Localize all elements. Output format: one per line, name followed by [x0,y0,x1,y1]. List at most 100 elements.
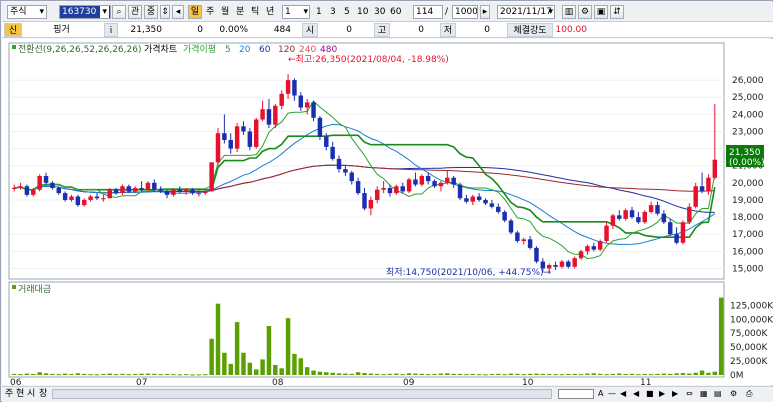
volume-bar [247,362,253,375]
toolbar: 주식 ▾ 163730 ▾ ⌕ 관 중 ⇕ ◂ 일 주 월 분 틱 년 1 ▾ 1 3… [2,2,773,22]
total-count-value: 1000 [455,7,478,17]
volume-bar [145,373,151,375]
candle-body [375,189,380,200]
view-count-stepper[interactable]: 114 [413,5,443,19]
interval-10[interactable]: 10 [357,5,368,19]
volume-bar [375,373,380,375]
compare-icon[interactable]: ⇵ [610,5,624,19]
stock-code-input[interactable]: 163730 ▾ [59,5,111,19]
volume-bar [215,303,221,375]
volume-bar [572,373,577,375]
minus-icon[interactable]: — [608,387,616,401]
legend-ma-label: 가격이평 [183,43,216,55]
tab-current[interactable]: 현 [16,387,24,401]
candle-body [253,119,259,147]
apply-count-icon[interactable]: ▸ [480,5,490,19]
candle-body [11,187,17,189]
candle-body [222,133,227,141]
candle-body [317,117,323,137]
watchlist-button[interactable]: 관 [128,5,142,19]
fit-icon[interactable]: ⇔ [686,387,693,401]
volume-bar [668,373,673,375]
next-page-icon[interactable]: ▶ [659,387,665,401]
period-tick-tab[interactable]: 틱 [251,5,259,19]
volume-bar [139,373,144,375]
candle-body [368,199,374,209]
price-tick-label: 15,000 [732,264,764,274]
interval-3[interactable]: 3 [330,5,336,19]
chart-area[interactable]: 26,00025,00024,00023,00022,00021,00020,0… [2,39,773,388]
market-select[interactable]: 주식 ▾ [7,5,47,19]
interval-30[interactable]: 30 [374,5,385,19]
period-minute-tab[interactable]: 분 [236,5,244,19]
candle-body [617,215,622,219]
volume-bar [349,373,354,375]
volume-bar [50,373,55,375]
horizontal-scrollbar[interactable] [52,389,552,399]
candle-body [215,133,221,163]
volume-bar [406,373,412,375]
volume-bar [368,373,374,375]
volume-bar [381,374,386,376]
candle-body [164,191,170,195]
tab-main[interactable]: 주 [5,387,13,401]
total-count-input[interactable]: 1000 [452,5,478,19]
volume-bar [706,372,711,375]
period-monthly-tab[interactable]: 월 [221,5,229,19]
view-count-value: 114 [416,7,434,17]
scroll-arrow-icon[interactable]: ⇕ [160,5,170,19]
print-icon[interactable]: ⎙ [746,387,752,401]
tab-market[interactable]: 장 [39,387,47,401]
interval-5[interactable]: 5 [344,5,350,19]
legend-ma480: 480 [320,45,337,55]
font-size-icon[interactable]: A [598,387,603,401]
price-tick-label: 19,000 [732,196,764,206]
pause-icon[interactable]: ■ [646,387,654,401]
settings-icon[interactable]: ⚙ [730,387,737,401]
volume-bar [521,374,526,376]
interval-60[interactable]: 60 [390,5,401,19]
code-dropdown-icon[interactable]: ◂ [172,5,184,19]
volume-bar [687,373,692,375]
price-tick-label: 17,000 [732,230,764,240]
volume-bar [113,374,119,376]
period-daily-button[interactable]: 일 [188,5,202,19]
prev-page-icon[interactable]: ◀ [633,387,639,401]
candle-body [451,177,456,185]
volume-bar [597,373,603,375]
date-picker[interactable]: 2021/11/17 ▾ [497,5,555,19]
volume-bar [553,374,558,376]
volume-bar [534,373,539,375]
tab-time[interactable]: 시 [27,387,35,401]
volume-bar [126,374,132,376]
volume-bar [101,373,106,375]
period-year-tab[interactable]: 년 [266,5,274,19]
group-button[interactable]: 중 [144,5,158,19]
zoom-slider[interactable] [558,389,594,399]
stock-info-button[interactable]: i [104,23,118,37]
candle-body [419,175,425,185]
interval-1[interactable]: 1 [316,5,322,19]
volume-bar [298,358,304,375]
legend-ma20: 20 [239,45,251,55]
indicator-icon[interactable]: ⚙ [578,5,592,19]
candle-body [489,203,495,207]
chart-style-icon[interactable]: ▥ [562,5,576,19]
candle-body [680,222,686,243]
search-icon[interactable]: ⌕ [112,5,126,19]
volume-bar [483,374,488,376]
legend-ichimoku: 전환선(9,26,26,52,26,26,26) [18,43,141,55]
volume-bar [445,373,450,375]
volume-bar [152,373,157,375]
list-icon[interactable]: ▤ [714,387,722,401]
period-weekly-tab[interactable]: 주 [206,5,214,19]
last-page-icon[interactable]: ▶ [672,387,678,401]
price-volume-chart[interactable]: 26,00025,00024,00023,00022,00021,00020,0… [2,39,773,385]
candle-body [496,206,501,212]
volume-legend: 거래대금 [18,284,51,295]
grid-icon[interactable]: ▦ [700,387,708,401]
overlay-icon[interactable]: ▣ [594,5,608,19]
first-page-icon[interactable]: ◀ [620,387,626,401]
interval-select[interactable]: 1 ▾ [282,5,310,19]
price-tick-label: 20,000 [732,179,764,189]
